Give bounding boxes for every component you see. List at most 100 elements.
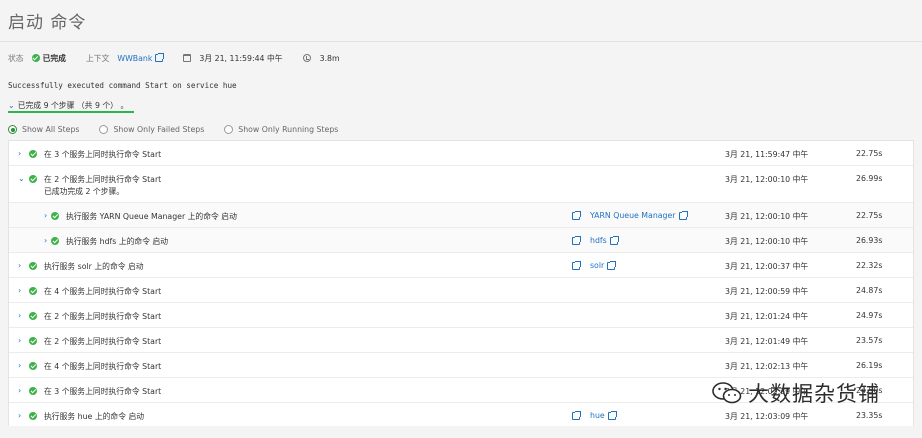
start-date: 3月 21, 11:59:44 中午 — [199, 53, 283, 63]
step-name: 执行服务 hdfs 上的命令 启动 — [66, 237, 169, 246]
service-link-label[interactable]: hue — [590, 411, 605, 420]
step-name: 在 4 个服务上同时执行命令 Start — [44, 362, 162, 371]
external-link-icon[interactable] — [607, 260, 617, 270]
external-link-icon[interactable] — [572, 210, 581, 220]
context-label: 上下文 — [85, 53, 110, 63]
step-name: 在 2 个服务上同时执行命令 Start — [44, 175, 162, 184]
step-date: 3月 21, 12:02:13 中午 — [725, 362, 809, 371]
chevron-right-icon[interactable]: › — [18, 412, 21, 420]
chevron-right-icon[interactable]: › — [18, 287, 21, 295]
step-duration: 23.57s — [856, 336, 883, 345]
clock-icon — [302, 54, 311, 62]
context-link[interactable]: WWBank — [117, 54, 152, 63]
success-check-icon — [29, 387, 37, 395]
step-name: 在 4 个服务上同时执行命令 Start — [44, 287, 162, 296]
chevron-right-icon[interactable]: › — [18, 312, 21, 320]
step-duration: 26.93s — [856, 236, 883, 245]
calendar-icon — [183, 54, 192, 62]
step-date: 3月 21, 12:00:10 中午 — [725, 212, 809, 221]
steps-summary-toggle[interactable]: ⌄ 已完成 9 个步骤 （共 9 个） 。 — [8, 100, 128, 111]
step-name: 在 2 个服务上同时执行命令 Start — [44, 312, 162, 321]
step-date: 3月 21, 12:01:49 中午 — [725, 337, 809, 346]
chevron-right-icon[interactable]: › — [18, 362, 21, 370]
success-check-icon — [29, 312, 37, 320]
service-link[interactable]: solr — [572, 260, 617, 270]
chevron-right-icon[interactable]: › — [18, 387, 21, 395]
external-link-icon[interactable] — [572, 235, 581, 245]
external-link-icon[interactable] — [572, 410, 581, 420]
table-row[interactable]: › 执行服务 solr 上的命令 启动 solr 3月 21, 12:00:37… — [9, 253, 913, 278]
success-check-icon — [29, 412, 37, 420]
service-link-label[interactable]: solr — [590, 261, 604, 270]
chevron-down-icon[interactable]: ⌄ — [8, 101, 15, 110]
chevron-down-icon[interactable]: ⌄ — [18, 175, 25, 183]
radio-selected-icon[interactable] — [8, 125, 17, 134]
table-row-child[interactable]: › 执行服务 YARN Queue Manager 上的命令 启动 YARN Q… — [9, 203, 913, 228]
chevron-right-icon[interactable]: › — [44, 212, 47, 220]
status-label: 状态 — [8, 53, 24, 63]
filter-all-steps[interactable]: Show All Steps — [8, 125, 79, 134]
service-link-label[interactable]: hdfs — [590, 236, 607, 245]
step-date: 3月 21, 12:00:10 中午 — [725, 237, 809, 246]
step-name: 执行服务 hue 上的命令 启动 — [44, 412, 145, 421]
success-check-icon — [51, 237, 59, 245]
step-date: 3月 21, 12:01:24 中午 — [725, 312, 809, 321]
table-row[interactable]: › 在 4 个服务上同时执行命令 Start 3月 21, 12:02:13 中… — [9, 353, 913, 378]
success-check-icon — [29, 337, 37, 345]
table-row[interactable]: › 在 3 个服务上同时执行命令 Start 3月 21, 11:59:47 中… — [9, 141, 913, 166]
service-link[interactable]: hue — [572, 410, 617, 420]
success-check-icon — [29, 262, 37, 270]
step-name: 执行服务 solr 上的命令 启动 — [44, 262, 144, 271]
table-row-child[interactable]: › 执行服务 hdfs 上的命令 启动 hdfs 3月 21, 12:00:10… — [9, 228, 913, 253]
table-row[interactable]: › 在 2 个服务上同时执行命令 Start 3月 21, 12:01:24 中… — [9, 303, 913, 328]
steps-summary: 已完成 9 个步骤 （共 9 个） 。 — [17, 101, 129, 110]
external-link-icon[interactable] — [155, 53, 165, 62]
step-duration: 26.19s — [856, 361, 883, 370]
success-check-icon — [29, 362, 37, 370]
status-value: 已完成 — [42, 53, 66, 63]
radio-icon[interactable] — [224, 125, 234, 134]
filter-label: Show All Steps — [22, 125, 80, 134]
status-bar: 状态 已完成 上下文 WWBank 3月 21, 11:59:44 中午 3.8… — [8, 52, 340, 64]
page-title: 启动 命令 — [8, 13, 87, 33]
filter-label: Show Only Failed Steps — [113, 125, 205, 134]
success-check-icon — [29, 175, 37, 183]
step-filter-group: Show All Steps Show Only Failed Steps Sh… — [8, 125, 358, 134]
success-check-icon — [51, 212, 59, 220]
step-duration: 22.75s — [856, 211, 883, 220]
step-date: 3月 21, 12:03:09 中午 — [725, 412, 809, 421]
filter-label: Show Only Running Steps — [238, 125, 339, 134]
step-duration: 23.35s — [856, 411, 883, 420]
service-link[interactable]: YARN Queue Manager — [572, 210, 688, 220]
external-link-icon[interactable] — [572, 260, 581, 270]
success-check-icon — [29, 150, 37, 158]
step-name: 在 2 个服务上同时执行命令 Start — [44, 337, 162, 346]
service-link-label[interactable]: YARN Queue Manager — [590, 211, 676, 220]
step-date: 3月 21, 12:00:59 中午 — [725, 287, 809, 296]
radio-icon[interactable] — [99, 125, 109, 134]
chevron-right-icon[interactable]: › — [18, 150, 21, 158]
external-link-icon[interactable] — [609, 235, 619, 245]
watermark-text: 大数据杂货铺 — [748, 382, 880, 406]
result-message: Successfully executed command Start on s… — [8, 81, 237, 90]
filter-failed-steps[interactable]: Show Only Failed Steps — [99, 125, 204, 134]
summary-underline — [8, 111, 134, 113]
success-check-icon — [31, 54, 40, 62]
step-date: 3月 21, 11:59:47 中午 — [725, 150, 809, 159]
table-row[interactable]: ⌄ 在 2 个服务上同时执行命令 Start 已成功完成 2 个步骤。 3月 2… — [9, 166, 913, 203]
external-link-icon[interactable] — [678, 210, 688, 220]
chevron-right-icon[interactable]: › — [44, 237, 47, 245]
external-link-icon[interactable] — [607, 410, 617, 420]
step-name: 执行服务 YARN Queue Manager 上的命令 启动 — [66, 212, 237, 221]
table-row[interactable]: › 在 2 个服务上同时执行命令 Start 3月 21, 12:01:49 中… — [9, 328, 913, 353]
chevron-right-icon[interactable]: › — [18, 262, 21, 270]
header-divider — [0, 41, 922, 42]
chevron-right-icon[interactable]: › — [18, 337, 21, 345]
step-duration: 22.32s — [856, 261, 883, 270]
service-link[interactable]: hdfs — [572, 235, 619, 245]
table-row[interactable]: › 在 4 个服务上同时执行命令 Start 3月 21, 12:00:59 中… — [9, 278, 913, 303]
step-name: 在 3 个服务上同时执行命令 Start — [44, 387, 162, 396]
step-date: 3月 21, 12:00:10 中午 — [725, 175, 809, 184]
filter-running-steps[interactable]: Show Only Running Steps — [224, 125, 338, 134]
step-duration: 22.75s — [856, 149, 883, 158]
